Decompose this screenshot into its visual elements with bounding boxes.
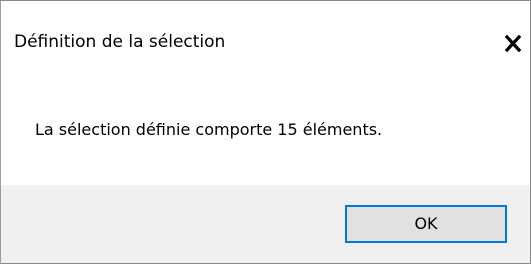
- ok-button[interactable]: OK: [345, 205, 507, 243]
- dialog-title: Définition de la sélection: [14, 32, 226, 52]
- dialog-content: La sélection définie comporte 15 élément…: [1, 59, 530, 185]
- dialog-footer: OK: [1, 185, 530, 263]
- dialog-message: La sélection définie comporte 15 élément…: [35, 120, 383, 139]
- title-bar[interactable]: Définition de la sélection: [1, 1, 530, 59]
- close-button[interactable]: [499, 30, 527, 58]
- close-icon: [504, 34, 522, 53]
- message-dialog: Définition de la sélection La sélection …: [0, 0, 531, 264]
